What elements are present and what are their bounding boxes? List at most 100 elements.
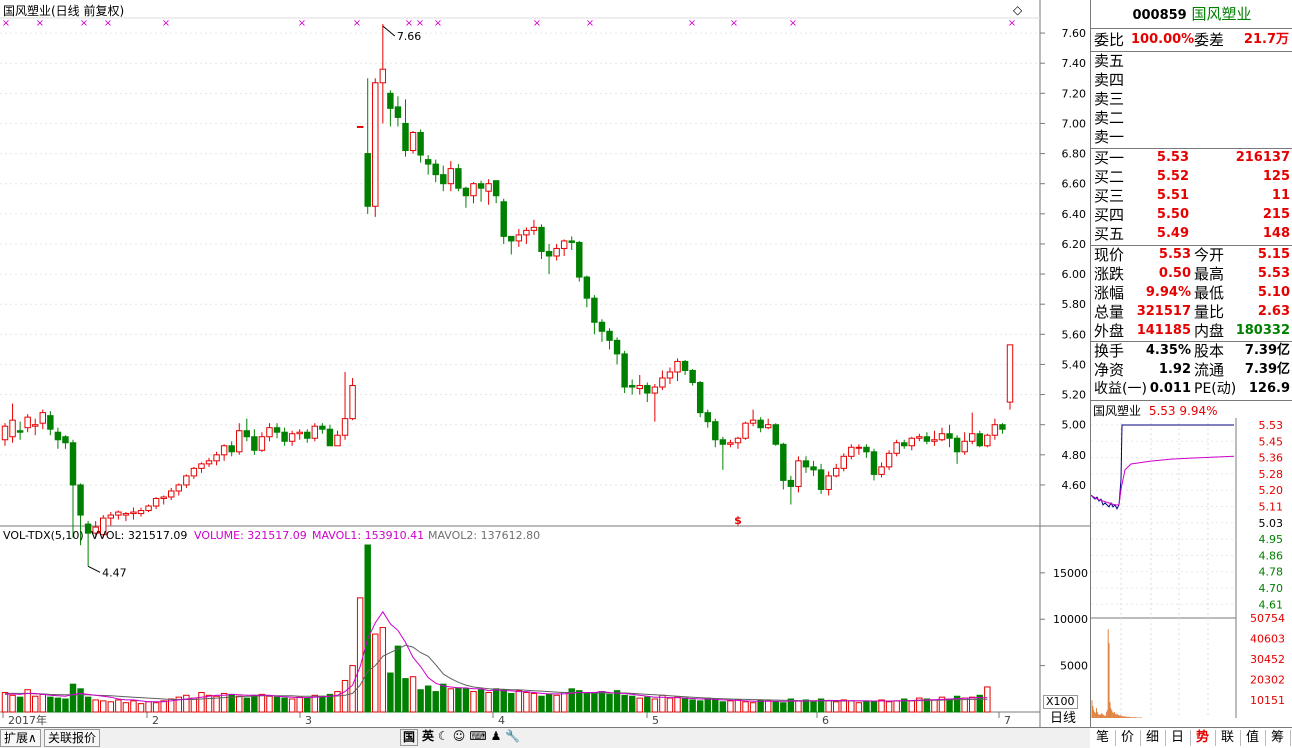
price-tick-label: 4.60 [1062, 479, 1087, 492]
panel-tab-3[interactable]: 日 [1165, 730, 1191, 746]
sell-level-row[interactable]: 卖一 [1091, 128, 1292, 147]
quote-panel: 000859 国风塑业 委比 100.00% 委差 21.7万 卖五 卖四 卖三 卖二… [1090, 0, 1292, 747]
candle-body [523, 229, 530, 236]
related-quotes-button[interactable]: 关联报价 [44, 729, 101, 747]
stat-label: 涨跌 [1094, 265, 1125, 283]
candle-body [311, 425, 319, 439]
volume-bar [772, 701, 779, 713]
expand-button[interactable]: 扩展∧ [0, 729, 41, 747]
order-level-label: 卖三 [1094, 90, 1125, 108]
stock-code: 000859 [1132, 8, 1187, 23]
order-volume: 125 [1262, 169, 1290, 184]
candle-body [749, 419, 757, 424]
volume-bar [379, 627, 387, 713]
volume-bar [288, 698, 296, 713]
panel-tab-4[interactable]: 势 [1190, 730, 1216, 746]
candle-body [462, 187, 470, 197]
candle-body [470, 183, 477, 197]
volume-bar [576, 690, 583, 713]
volume-bar [1, 692, 9, 713]
volume-bar [470, 691, 477, 713]
candle-body [757, 419, 764, 429]
candle-body [795, 460, 802, 487]
buy-level-row[interactable]: 买一 5.53 216137 [1091, 149, 1292, 168]
keyboard-icon[interactable]: ⌨ [469, 729, 486, 746]
panel-tab-2[interactable]: 细 [1140, 730, 1166, 746]
candle-body [885, 452, 893, 468]
candle-body [991, 424, 999, 436]
volume-bar [515, 690, 523, 713]
emoji-icon[interactable]: ☺ [453, 729, 466, 746]
volume-bar [742, 701, 749, 713]
stat-value: 141185 [1136, 323, 1191, 338]
stat-label: 流通 [1194, 361, 1225, 379]
volume-bar [545, 693, 553, 713]
buy-level-row[interactable]: 买四 5.50 215 [1091, 206, 1292, 225]
diamond-icon[interactable]: ◇ [1013, 3, 1022, 17]
candle-body [780, 443, 787, 481]
candle-body [54, 431, 62, 441]
vol-indicator-name[interactable]: VOL-TDX(5,10) [3, 529, 84, 543]
volume-bar [440, 683, 447, 713]
volume-bar [560, 692, 568, 713]
x-tick-label: 5 [652, 714, 659, 727]
intraday-mini-chart[interactable]: 5.53 5.45 5.36 5.28 5.20 5.11 5.03 4.95 4.86 4.78… [1091, 418, 1292, 726]
sell-level-row[interactable]: 卖五 [1091, 52, 1292, 71]
panel-tab-1[interactable]: 价 [1115, 730, 1141, 746]
moon-icon[interactable]: ☾ [438, 729, 449, 746]
guo-icon[interactable]: 国 [400, 729, 419, 746]
volume-bar [341, 679, 349, 713]
volume-bar [696, 700, 704, 713]
volume-bar [190, 697, 198, 713]
panel-tab-5[interactable]: 联 [1215, 730, 1241, 746]
panel-tab-0[interactable]: 笔 [1090, 730, 1116, 746]
candle-body [1, 425, 9, 441]
panel-tab-6[interactable]: 值 [1240, 730, 1266, 746]
volume-bar [689, 699, 696, 713]
candle-body [515, 234, 523, 242]
candle-body [288, 433, 296, 442]
panel-tabbar: 笔价细日势联值筹 [1090, 727, 1292, 748]
english-mode-icon[interactable]: 英 [422, 729, 434, 746]
sell-level-row[interactable]: 卖三 [1091, 90, 1292, 109]
volume-bar [424, 685, 432, 713]
mini-price-tick: 5.03 [1259, 517, 1284, 530]
candle-body [659, 377, 666, 388]
buy-level-row[interactable]: 买二 5.52 125 [1091, 168, 1292, 187]
period-label[interactable]: 日线 [1050, 712, 1076, 726]
sell-level-row[interactable]: 卖二 [1091, 109, 1292, 128]
sell-level-row[interactable]: 卖四 [1091, 71, 1292, 90]
volume-bar [508, 692, 515, 713]
candle-body [372, 82, 379, 207]
candle-body [855, 446, 863, 449]
stock-header: 000859 国风塑业 [1091, 5, 1292, 25]
volume-bar [583, 692, 591, 713]
volume-bar [832, 701, 840, 713]
price-tick-label: 5.60 [1062, 328, 1087, 341]
candle-body [742, 422, 749, 439]
candle-body [145, 505, 152, 512]
wrench-icon[interactable]: 🔧 [505, 729, 520, 746]
event-marker: × [789, 18, 797, 29]
stat-value: 9.94% [1145, 285, 1191, 300]
volume-bar [908, 700, 915, 713]
candle-body [175, 484, 183, 492]
panel-tab-7[interactable]: 筹 [1265, 730, 1291, 746]
user-icon[interactable]: ♟ [491, 729, 502, 746]
candle-body [613, 339, 621, 355]
volume-bar [258, 693, 266, 713]
volume-bar [32, 695, 39, 713]
buy-level-row[interactable]: 买三 5.51 11 [1091, 187, 1292, 206]
stat-value: 180332 [1235, 323, 1290, 338]
order-price: 5.51 [1156, 188, 1189, 203]
stat-label: 内盘 [1194, 322, 1225, 340]
buy-level-row[interactable]: 买五 5.49 148 [1091, 225, 1292, 244]
volume-bar [326, 693, 334, 713]
x-tick-label: 4 [498, 714, 505, 727]
price-tick-label: 6.80 [1062, 148, 1087, 161]
candle-body [764, 424, 772, 429]
volume-bar [372, 633, 379, 713]
low-marker-label: 4.47 [102, 566, 127, 579]
event-marker: × [162, 18, 170, 29]
volume-bar [62, 698, 69, 713]
